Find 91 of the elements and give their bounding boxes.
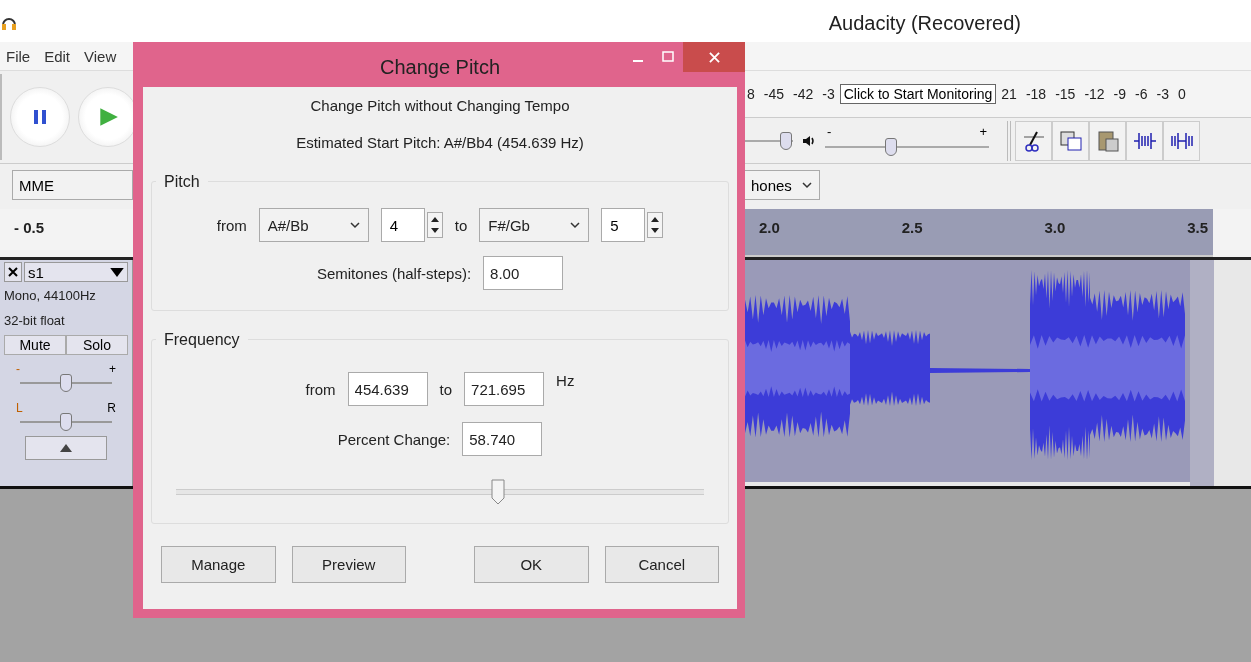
track-toggle-button[interactable]: Solo [66,335,128,355]
caret-down-icon [110,267,124,277]
group-label: Frequency [156,331,248,349]
meter-scale-label: -3 [1156,86,1169,102]
timeline-label: 2.0 [759,219,781,238]
spin-buttons[interactable] [647,212,664,238]
timeline-label: - 0.5 [14,219,44,236]
slider-thumb[interactable] [491,479,506,505]
dialog-button[interactable]: Cancel [604,546,719,583]
window-title: Audacity (Recovered) [828,11,1021,35]
field-label: to [454,216,468,234]
slider-max-label: R [107,401,116,415]
trim-button[interactable] [1126,120,1163,161]
spin-buttons[interactable] [426,212,443,238]
meter-scale-label: -6 [1135,86,1148,102]
menu-item[interactable]: Edit [44,47,71,65]
meter-scale-label: -45 [763,86,785,102]
collapse-button[interactable] [25,436,107,460]
slider-thumb[interactable] [60,413,72,431]
frequency-field[interactable]: 721.695 [464,372,545,406]
slider-min-label: L [16,401,23,415]
dialog-heading: Change Pitch without Changing Tempo [310,97,570,114]
minimize-icon [632,60,644,62]
meter-scale-label: -18 [1025,86,1047,102]
note-dropdown[interactable]: F#/Gb [479,208,590,242]
meter-scale-label: -12 [1084,86,1105,102]
slider-min-label: - [827,123,832,139]
play-button[interactable] [78,87,133,147]
field-label: from [216,216,247,234]
copy-button[interactable] [1052,120,1089,161]
field-label: from [305,380,336,398]
slider-thumb[interactable] [60,374,72,392]
caret-up-icon [60,444,72,452]
cut-button[interactable] [1015,120,1052,161]
note-dropdown[interactable]: A#/Bb [258,208,369,242]
dialog-button[interactable]: Preview [291,546,406,583]
close-track-button[interactable] [4,262,22,282]
slider-thumb[interactable] [779,131,792,150]
output-device-dropdown[interactable]: hones [745,170,820,200]
close-icon [708,51,720,63]
slider-max-label: + [979,123,987,139]
meter-scale-label: 21 [1001,86,1017,102]
menu-item[interactable]: File [6,47,31,65]
track-toggle-button[interactable]: Mute [4,335,66,355]
close-icon [8,267,18,277]
play-icon [97,106,119,128]
field-label: Percent Change: [337,430,451,448]
slider-min-label: - [16,362,20,376]
dialog-button[interactable]: OK [474,546,589,583]
meter-scale-label: 8 [747,86,755,102]
slider-max-label: + [109,362,116,376]
timeline-label: 3.5 [1187,219,1210,238]
octave-field[interactable]: 4 [380,208,425,242]
field-label: Semitones (half-steps): [316,264,472,282]
slider-thumb[interactable] [884,137,897,156]
chevron-down-icon [801,180,812,190]
paste-button[interactable] [1089,120,1126,161]
dialog-button[interactable]: Manage [161,546,276,583]
chevron-down-icon [570,220,581,230]
timeline-ruler[interactable]: 2.0 2.5 3.0 3.5 [745,209,1213,257]
chevron-down-icon [349,220,360,230]
meter-scale-label: -3 [822,86,835,102]
tooltip: Click to Start Monitoring [839,84,997,104]
track-name-menu[interactable]: s1 [24,262,128,282]
level-meter[interactable]: 8 -45 -42 -3 Click to Start Monitoring 21 -18 -15 -12 -9 -6 -3 0 [745,71,1251,118]
timeline-label: 3.0 [1044,219,1067,238]
dialog-title: Change Pitch [379,55,501,79]
meter-scale-label: -9 [1113,86,1127,102]
meter-scale-label: 0 [1177,86,1186,102]
maximize-icon [662,51,674,63]
silence-button[interactable] [1163,120,1200,161]
clipboard-icon [1095,128,1120,153]
percent-change-field[interactable]: 58.740 [462,422,543,456]
host-dropdown[interactable]: MME [12,170,133,200]
unit-label: Hz [556,372,575,389]
spin-arrows-icon [430,215,439,235]
timeline-label: 2.5 [901,219,924,238]
meter-scale-label: -42 [793,86,814,102]
copy-icon [1058,128,1083,153]
headphones-icon [1,15,17,31]
track-info: 32-bit float [4,312,66,330]
field-label: to [439,380,453,398]
semitones-field[interactable]: 8.00 [483,256,564,290]
track-info: Mono, 44100Hz [4,287,97,305]
close-button[interactable] [683,42,745,72]
spin-arrows-icon [651,215,660,235]
frequency-field[interactable]: 454.639 [347,372,428,406]
meter-scale-label: -15 [1055,86,1076,102]
menu-item[interactable]: View [84,47,117,65]
estimated-pitch-text: Estimated Start Pitch: A#/Bb4 (454.639 Hz) [296,134,584,151]
octave-field[interactable]: 5 [601,208,646,242]
